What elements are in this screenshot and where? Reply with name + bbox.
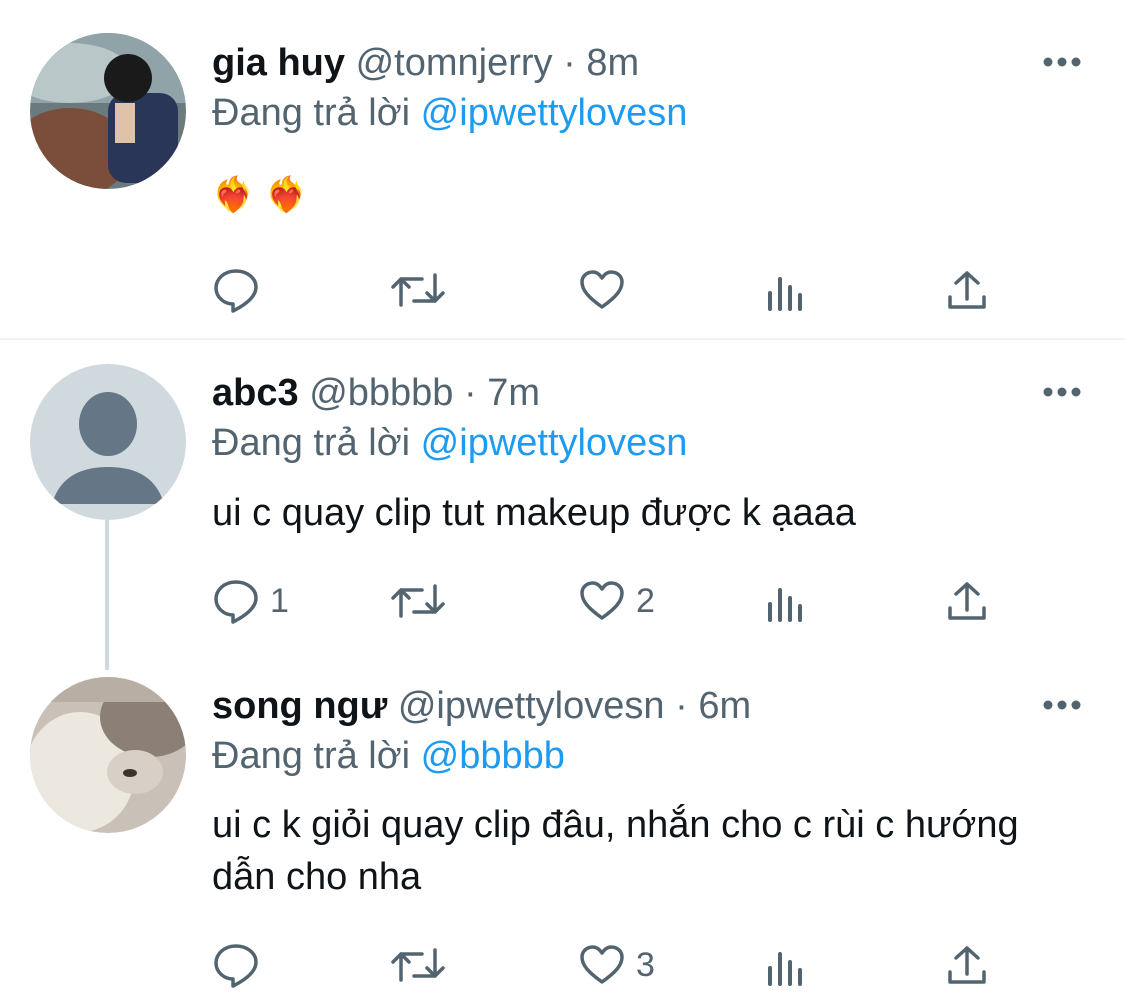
reply-button[interactable]: 1: [212, 576, 289, 626]
mention-link[interactable]: @bbbbb: [421, 735, 565, 777]
separator-dot: ·: [675, 685, 688, 727]
share-icon: [948, 271, 986, 309]
mention-link[interactable]: @ipwettylovesn: [421, 92, 688, 134]
heart-icon: [580, 270, 624, 309]
avatar[interactable]: [30, 33, 186, 189]
tweet[interactable]: song ngư @ipwettylovesn · 6m Đang trả lờ…: [0, 670, 1125, 1008]
more-icon[interactable]: [1040, 52, 1084, 72]
mention-link[interactable]: @ipwettylovesn: [421, 422, 688, 464]
display-name[interactable]: gia huy: [212, 42, 345, 84]
user-handle[interactable]: @bbbbb: [309, 372, 453, 414]
replying-prefix: Đang trả lời: [212, 735, 411, 777]
tweet-actions: 1 2: [212, 576, 1012, 626]
like-button[interactable]: 3: [578, 940, 655, 990]
like-count: 2: [636, 581, 655, 620]
reply-icon: [214, 269, 258, 313]
share-icon: [948, 582, 986, 620]
tweet-header: song ngư @ipwettylovesn · 6m: [212, 683, 751, 729]
retweet-button[interactable]: [388, 265, 458, 315]
avatar[interactable]: [30, 677, 186, 833]
tweet-header: gia huy @tomnjerry · 8m: [212, 40, 639, 86]
display-name[interactable]: song ngư: [212, 685, 387, 727]
more-icon[interactable]: [1040, 695, 1084, 715]
heart-icon: [580, 945, 624, 984]
tweet-header: abc3 @bbbbb · 7m: [212, 370, 540, 416]
reply-button[interactable]: [212, 940, 270, 990]
views-button[interactable]: [765, 940, 809, 990]
share-icon: [948, 946, 986, 984]
share-button[interactable]: [945, 576, 989, 626]
replying-prefix: Đang trả lời: [212, 422, 411, 464]
more-icon[interactable]: [1040, 382, 1084, 402]
replying-to: Đang trả lời @ipwettylovesn: [212, 90, 687, 136]
timestamp[interactable]: 6m: [698, 685, 751, 727]
share-button[interactable]: [945, 940, 989, 990]
retweet-icon: [391, 273, 445, 307]
tweet-actions: [212, 265, 1012, 315]
avatar[interactable]: [30, 364, 186, 520]
like-button[interactable]: [578, 265, 636, 315]
heart-icon: [580, 581, 624, 620]
tweet-text: ui c quay clip tut makeup được k ạaaa: [212, 492, 856, 534]
like-count: 3: [636, 945, 655, 984]
tweet-actions: 3: [212, 940, 1012, 990]
timestamp[interactable]: 7m: [487, 372, 540, 414]
display-name[interactable]: abc3: [212, 372, 299, 414]
views-icon: [768, 588, 802, 622]
replying-prefix: Đang trả lời: [212, 92, 411, 134]
user-handle[interactable]: @ipwettylovesn: [398, 685, 665, 727]
timestamp[interactable]: 8m: [586, 42, 639, 84]
thread-connector: [105, 520, 109, 670]
views-button[interactable]: [765, 576, 809, 626]
replying-to: Đang trả lời @ipwettylovesn: [212, 420, 687, 466]
tweet[interactable]: abc3 @bbbbb · 7m Đang trả lời @ipwettylo…: [0, 340, 1125, 670]
share-button[interactable]: [945, 265, 989, 315]
reply-count: 1: [270, 581, 289, 620]
retweet-icon: [391, 584, 445, 618]
retweet-icon: [391, 948, 445, 982]
like-button[interactable]: 2: [578, 576, 655, 626]
tweet[interactable]: gia huy @tomnjerry · 8m Đang trả lời @ip…: [0, 0, 1125, 338]
reply-icon: [214, 944, 258, 988]
retweet-button[interactable]: [388, 940, 458, 990]
retweet-button[interactable]: [388, 576, 458, 626]
reply-icon: [214, 580, 258, 624]
views-button[interactable]: [765, 265, 809, 315]
reply-button[interactable]: [212, 265, 270, 315]
tweet-text: ui c k giỏi quay clip đâu, nhắn cho c rù…: [212, 804, 1019, 898]
views-icon: [768, 277, 802, 311]
emoji: ❤️‍🔥: [212, 176, 255, 214]
separator-dot: ·: [464, 372, 477, 414]
separator-dot: ·: [563, 42, 576, 84]
user-handle[interactable]: @tomnjerry: [356, 42, 553, 84]
emoji: ❤️‍🔥: [265, 176, 308, 214]
replying-to: Đang trả lời @bbbbb: [212, 733, 565, 779]
views-icon: [768, 952, 802, 986]
